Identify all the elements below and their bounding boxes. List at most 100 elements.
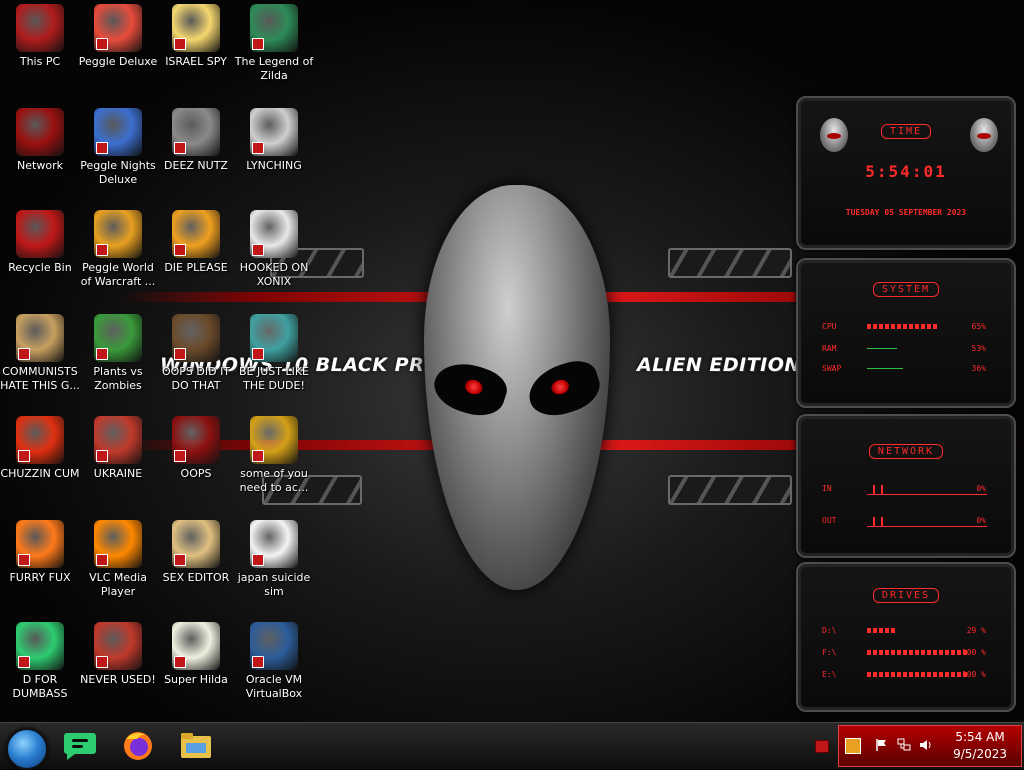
shortcut-arrow-icon [252, 348, 264, 360]
taskbar-chat-app[interactable] [62, 729, 98, 763]
taskbar-clock[interactable]: 5:54 AM 9/5/2023 [953, 729, 1007, 763]
desktop-shortcut-label: The Legend of Zilda [234, 55, 314, 82]
desktop-shortcut[interactable]: Peggle Nights Deluxe [78, 108, 158, 187]
drive-e-bar [867, 672, 967, 677]
shortcut-arrow-icon [96, 38, 108, 50]
taskbar-firefox[interactable] [120, 729, 156, 763]
desktop-shortcut[interactable]: BE JUST LIKE THE DUDE! [234, 314, 314, 393]
drive-f-bar [867, 650, 967, 655]
emblem-icon [250, 108, 298, 156]
desktop-shortcut[interactable]: This PC [0, 4, 80, 69]
time-widget: TIME 5:54:01 TUESDAY 05 SEPTEMBER 2023 [796, 96, 1016, 250]
firefox-icon [16, 520, 64, 568]
desktop-shortcut[interactable]: D FOR DUMBASS [0, 622, 80, 701]
santa-face-icon [250, 314, 298, 362]
hxd-icon [172, 520, 220, 568]
desktop-shortcut-label: BE JUST LIKE THE DUDE! [238, 365, 310, 392]
desktop-shortcut[interactable]: VLC Media Player [78, 520, 158, 599]
shortcut-arrow-icon [174, 656, 186, 668]
action-center-flag-icon[interactable] [875, 738, 889, 752]
shortcut-arrow-icon [96, 244, 108, 256]
desktop-shortcut[interactable]: OOPS [156, 416, 236, 481]
desktop-shortcut[interactable]: FURRY FUX [0, 520, 80, 585]
cartoon-face-icon [172, 4, 220, 52]
money-bag-icon [16, 314, 64, 362]
desktop-shortcut-label: HOOKED ON XONIX [239, 261, 309, 288]
network-icon[interactable] [897, 738, 911, 752]
desktop-shortcut-label: Super Hilda [164, 673, 228, 686]
system-widget: SYSTEM CPU 65% RAM 53% SWAP 36% [796, 258, 1016, 408]
desktop-shortcut[interactable]: ISRAEL SPY [156, 4, 236, 69]
desktop-shortcut[interactable]: The Legend of Zilda [234, 4, 314, 83]
taskbar: 5:54 AM 9/5/2023 [0, 722, 1024, 770]
shortcut-arrow-icon [174, 142, 186, 154]
desktop-shortcut[interactable]: Network [0, 108, 80, 173]
clock-time: 5:54 AM [955, 730, 1005, 744]
desktop-shortcut-label: UKRAINE [93, 467, 143, 480]
pixel-hero-icon [250, 4, 298, 52]
dev-cpp-icon [94, 622, 142, 670]
shortcut-arrow-icon [252, 450, 264, 462]
chuzzle-icon [16, 416, 64, 464]
desktop-shortcut-label: japan suicide sim [237, 571, 311, 598]
book-icon [172, 416, 220, 464]
shortcut-arrow-icon [252, 142, 264, 154]
notification-overflow-icon[interactable] [815, 740, 829, 753]
xonix-icon [250, 210, 298, 258]
desktop-shortcut[interactable]: Peggle Deluxe [78, 4, 158, 69]
desktop-shortcut[interactable]: CHUZZIN CUM [0, 416, 80, 481]
desktop-shortcut[interactable]: Recycle Bin [0, 210, 80, 275]
desktop-shortcut[interactable]: some of you need to ac... [234, 416, 314, 495]
desktop-shortcut-label: NEVER USED! [80, 673, 156, 686]
network-icon [16, 108, 64, 156]
alien-eye-left [428, 355, 512, 423]
shortcut-arrow-icon [252, 656, 264, 668]
desktop-shortcut[interactable]: Super Hilda [156, 622, 236, 687]
recycle-bin-icon [16, 210, 64, 258]
alien-head-logo [424, 185, 610, 590]
desktop-shortcut-label: COMMUNISTS HATE THIS G... [0, 365, 80, 392]
taskbar-file-explorer[interactable] [178, 729, 214, 763]
app-tray-icon[interactable] [845, 738, 861, 754]
desktop-shortcut[interactable]: UKRAINE [78, 416, 158, 481]
drives-widget-title: DRIVES [872, 588, 940, 603]
desktop-shortcut-label: DIE PLEASE [164, 261, 228, 274]
desktop-shortcut[interactable]: NEVER USED! [78, 622, 158, 687]
desktop-shortcut-label: Network [17, 159, 63, 172]
network-widget: NETWORK IN 0% OUT 0% [796, 414, 1016, 558]
shortcut-arrow-icon [18, 554, 30, 566]
desktop-shortcut-label: Peggle Nights Deluxe [80, 159, 156, 186]
shortcut-arrow-icon [252, 38, 264, 50]
desktop-shortcut[interactable]: OOPS DID IT DO THAT [156, 314, 236, 393]
desktop-shortcut[interactable]: COMMUNISTS HATE THIS G... [0, 314, 80, 393]
desktop-shortcut[interactable]: DEEZ NUTZ [156, 108, 236, 173]
desktop-shortcut[interactable]: HOOKED ON XONIX [234, 210, 314, 289]
chat-app-icon [64, 733, 96, 760]
time-widget-title: TIME [880, 124, 932, 139]
wallpaper-plate [668, 475, 792, 505]
this-pc-icon [16, 4, 64, 52]
file-explorer-icon [181, 733, 211, 758]
desktop-shortcut-label: Recycle Bin [8, 261, 72, 274]
desktop-shortcut[interactable]: japan suicide sim [234, 520, 314, 599]
desktop-shortcut-label: OOPS DID IT DO THAT [161, 365, 231, 392]
desktop-shortcut-label: Plants vs Zombies [93, 365, 143, 392]
shortcut-arrow-icon [18, 348, 30, 360]
network-in-graph [867, 484, 987, 495]
desktop-shortcut[interactable]: Oracle VM VirtualBox [234, 622, 314, 701]
start-button[interactable] [6, 728, 48, 770]
desktop-shortcut[interactable]: SEX EDITOR [156, 520, 236, 585]
shortcut-arrow-icon [174, 348, 186, 360]
volume-icon[interactable] [919, 738, 933, 752]
alien-eye-right [522, 355, 606, 423]
time-widget-clock: 5:54:01 [865, 162, 947, 181]
peggle-nights-icon [94, 108, 142, 156]
desktop-shortcut[interactable]: LYNCHING [234, 108, 314, 173]
desktop-shortcut[interactable]: Peggle World of Warcraft ... [78, 210, 158, 289]
drive-d-bar [867, 628, 895, 633]
shortcut-arrow-icon [96, 348, 108, 360]
peggle-wow-icon [94, 210, 142, 258]
desktop-shortcut[interactable]: DIE PLEASE [156, 210, 236, 275]
desktop-shortcut-label: D FOR DUMBASS [12, 673, 68, 700]
desktop-shortcut[interactable]: Plants vs Zombies [78, 314, 158, 393]
